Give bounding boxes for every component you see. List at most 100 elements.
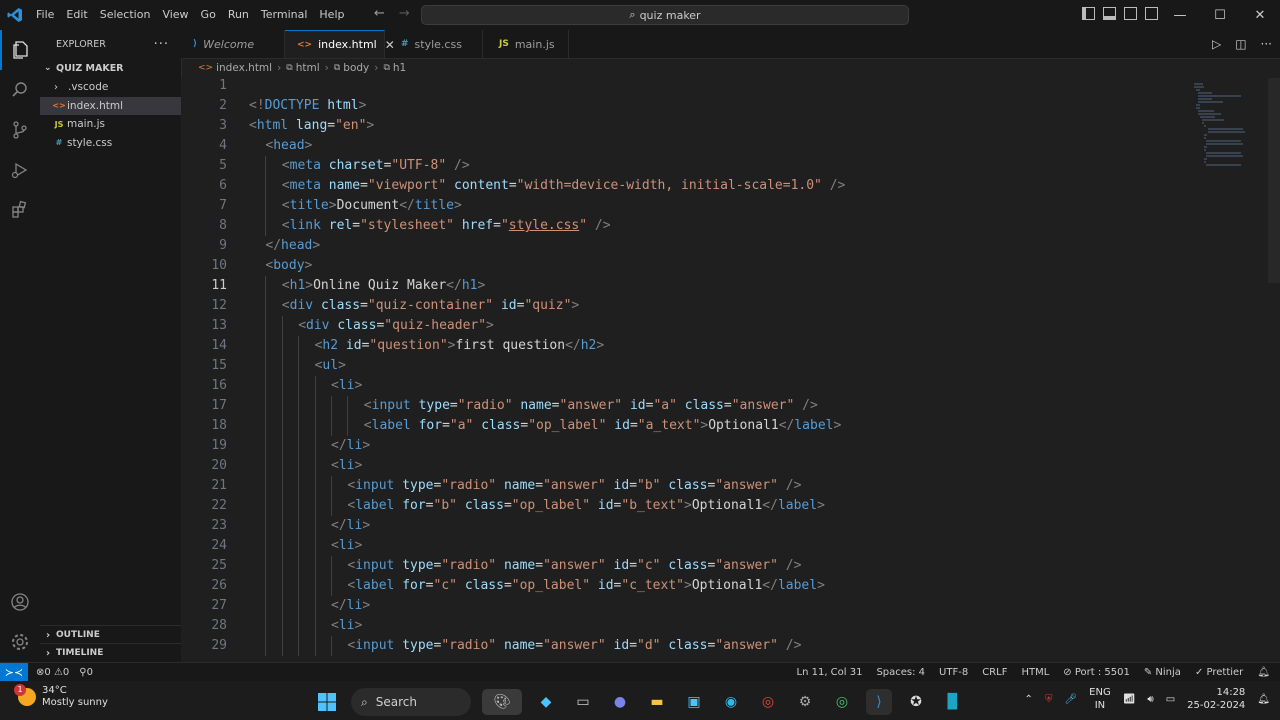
ports-indicator[interactable]: ⚲0 [79, 667, 93, 678]
back-arrow-icon[interactable]: ← [374, 6, 385, 21]
minimize-icon[interactable]: — [1160, 0, 1200, 30]
tree-item-index-html[interactable]: <> index.html [40, 96, 181, 115]
tree-item-style-css[interactable]: # style.css [40, 134, 181, 153]
ninja-status[interactable]: ✎ Ninja [1144, 667, 1181, 678]
input-language[interactable]: ENG IN [1089, 686, 1111, 712]
language-mode[interactable]: HTML [1021, 667, 1049, 678]
breadcrumb-body[interactable]: body [343, 62, 369, 74]
microphone-icon[interactable]: 🎤︎ [1064, 694, 1077, 705]
security-icon[interactable]: ⛨ [1045, 694, 1053, 705]
code-line[interactable]: 27 </li> [181, 596, 1181, 616]
toggle-panel-icon[interactable] [1103, 7, 1116, 20]
code-line[interactable]: 2 <!DOCTYPE html> [181, 96, 1181, 116]
code-line[interactable]: 20 <li> [181, 456, 1181, 476]
explorer-icon[interactable] [0, 30, 40, 70]
code-line[interactable]: 10 <body> [181, 256, 1181, 276]
code-line[interactable]: 26 <label for="c" class="op_label" id="c_… [181, 576, 1181, 596]
code-line[interactable]: 4 <head> [181, 136, 1181, 156]
code-line[interactable]: 24 <li> [181, 536, 1181, 556]
tab-main-js[interactable]: JS main.js [483, 30, 569, 58]
code-line[interactable]: 21 <input type="radio" name="answer" id="… [181, 476, 1181, 496]
manage-gear-icon[interactable] [0, 622, 40, 662]
widgets-icon[interactable]: 🎨︎ [482, 689, 522, 715]
toggle-primary-sidebar-icon[interactable] [1082, 7, 1095, 20]
command-center-search[interactable]: ⌕ quiz maker [421, 5, 909, 25]
code-line[interactable]: 5 <meta charset="UTF-8" /> [181, 156, 1181, 176]
teams-chat-icon[interactable]: ● [607, 689, 633, 715]
close-window-icon[interactable]: ✕ [1240, 0, 1280, 30]
encoding[interactable]: UTF-8 [939, 667, 968, 678]
minimap[interactable] [1194, 80, 1246, 166]
vscode-taskbar-icon[interactable]: ⟩ [866, 689, 892, 715]
run-debug-icon[interactable] [0, 150, 40, 190]
timeline-section[interactable]: › TIMELINE [40, 643, 181, 662]
code-line[interactable]: 12 <div class="quiz-container" id="quiz"> [181, 296, 1181, 316]
github-desktop-icon[interactable]: ✪ [903, 689, 929, 715]
code-line[interactable]: 3 <html lang="en"> [181, 116, 1181, 136]
code-line[interactable]: 28 <li> [181, 616, 1181, 636]
customize-layout-icon[interactable] [1145, 7, 1158, 20]
live-server-port[interactable]: ⊘ Port : 5501 [1063, 667, 1130, 678]
tab-welcome[interactable]: ⟩ Welcome [181, 30, 285, 58]
code-line[interactable]: 6 <meta name="viewport" content="width=de… [181, 176, 1181, 196]
breadcrumb-file[interactable]: index.html [216, 62, 272, 74]
end-of-line[interactable]: CRLF [982, 667, 1007, 678]
more-actions-icon[interactable]: ··· [154, 37, 169, 52]
menu-file[interactable]: File [30, 0, 60, 30]
code-line[interactable]: 23 </li> [181, 516, 1181, 536]
code-line[interactable]: 1 [181, 78, 1181, 96]
more-editor-actions-icon[interactable]: ··· [1261, 37, 1272, 51]
problems-indicator[interactable]: ⊗0 ⚠0 [36, 667, 69, 678]
folder-quiz-maker[interactable]: ⌄ QUIZ MAKER [40, 58, 181, 78]
weather-widget[interactable]: 1 34°C Mostly sunny [14, 684, 108, 709]
vertical-scrollbar[interactable] [1268, 78, 1280, 283]
source-control-icon[interactable] [0, 110, 40, 150]
forward-arrow-icon[interactable]: → [399, 6, 410, 21]
chrome-icon[interactable]: ◎ [755, 689, 781, 715]
tree-item-main-js[interactable]: JS main.js [40, 115, 181, 134]
code-line[interactable]: 15 <ul> [181, 356, 1181, 376]
edge-icon[interactable]: ◉ [718, 689, 744, 715]
code-line[interactable]: 18 <label for="a" class="op_label" id="a_… [181, 416, 1181, 436]
notification-bell-icon[interactable]: 🔔︎ [1257, 694, 1270, 705]
cursor-position[interactable]: Ln 11, Col 31 [797, 667, 863, 678]
code-line[interactable]: 29 <input type="radio" name="answer" id="… [181, 636, 1181, 656]
code-line[interactable]: 22 <label for="b" class="op_label" id="b_… [181, 496, 1181, 516]
extensions-icon[interactable] [0, 190, 40, 230]
menu-run[interactable]: Run [222, 0, 255, 30]
tab-style-css[interactable]: # style.css [385, 30, 483, 58]
code-line[interactable]: 9 </head> [181, 236, 1181, 256]
clock[interactable]: 14:28 25-02-2024 [1187, 686, 1245, 712]
terminal-app-icon[interactable]: ▉ [940, 689, 966, 715]
remote-indicator-icon[interactable]: ≻≺ [0, 663, 28, 681]
menu-selection[interactable]: Selection [94, 0, 157, 30]
menu-terminal[interactable]: Terminal [255, 0, 314, 30]
code-line[interactable]: 19 </li> [181, 436, 1181, 456]
battery-icon[interactable]: ▭ [1166, 694, 1175, 705]
file-explorer-icon[interactable]: ▬ [644, 689, 670, 715]
menu-help[interactable]: Help [313, 0, 350, 30]
task-view-icon[interactable]: ▭ [570, 689, 596, 715]
code-editor[interactable]: 1 2 <!DOCTYPE html> 3 <html lang="en"> 4 <head… [181, 78, 1280, 662]
search-view-icon[interactable] [0, 70, 40, 110]
code-line[interactable]: 13 <div class="quiz-header"> [181, 316, 1181, 336]
code-line[interactable]: 16 <li> [181, 376, 1181, 396]
toggle-secondary-sidebar-icon[interactable] [1124, 7, 1137, 20]
accounts-icon[interactable] [0, 582, 40, 622]
code-line[interactable]: 7 <title>Document</title> [181, 196, 1181, 216]
volume-icon[interactable]: 🔊︎ [1147, 694, 1153, 705]
code-line[interactable]: 8 <link rel="stylesheet" href="style.css"… [181, 216, 1181, 236]
tree-item-vscode[interactable]: › .vscode [40, 78, 181, 97]
split-editor-icon[interactable]: ◫ [1235, 37, 1246, 51]
copilot-icon[interactable]: ◆ [533, 689, 559, 715]
settings-icon[interactable]: ⚙ [792, 689, 818, 715]
store-icon[interactable]: ▣ [681, 689, 707, 715]
code-line[interactable]: 11 <h1>Online Quiz Maker</h1> [181, 276, 1181, 296]
start-windows-icon[interactable] [314, 689, 340, 715]
chrome-profile-icon[interactable]: ◎ [829, 689, 855, 715]
menu-edit[interactable]: Edit [60, 0, 93, 30]
tab-index-html[interactable]: <> index.html ✕ [285, 30, 395, 58]
outline-section[interactable]: › OUTLINE [40, 625, 181, 644]
breadcrumb-h1[interactable]: h1 [393, 62, 406, 74]
code-line[interactable]: 25 <input type="radio" name="answer" id="… [181, 556, 1181, 576]
